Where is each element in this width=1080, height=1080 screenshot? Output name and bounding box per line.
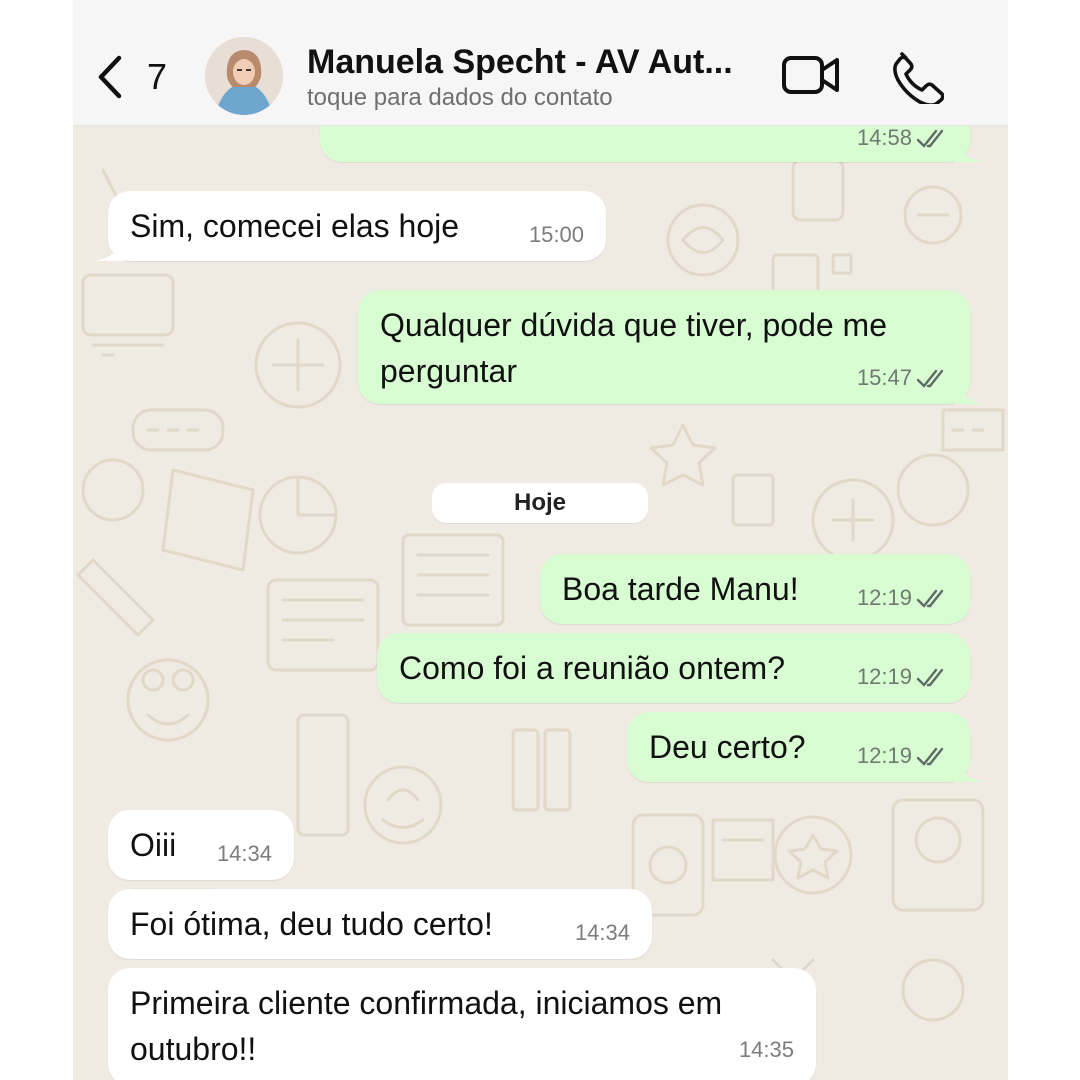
unread-count: 7 bbox=[147, 56, 168, 97]
message-bubble-outgoing[interactable]: Boa tarde Manu! 12:19 bbox=[540, 554, 970, 624]
double-check-icon bbox=[916, 589, 944, 608]
message-time: 15:00 bbox=[528, 222, 584, 247]
message-time: 15:47 bbox=[856, 365, 912, 390]
message-time: 14:34 bbox=[216, 841, 272, 866]
message-time: 14:34 bbox=[574, 920, 630, 945]
date-separator: Hoje bbox=[432, 483, 648, 523]
message-bubble-outgoing[interactable]: Qualquer dúvida que tiver, pode me pergu… bbox=[358, 290, 984, 404]
bubble-tail bbox=[954, 758, 984, 782]
message-text: Sim, comecei elas hoje bbox=[130, 208, 460, 244]
message-text: Como foi a reunião ontem? bbox=[399, 650, 785, 686]
message-bubble-incoming[interactable]: Primeira cliente confirmada, iniciamos e… bbox=[108, 968, 816, 1080]
message-time: 12:19 bbox=[856, 585, 912, 610]
contact-avatar[interactable] bbox=[205, 37, 283, 115]
video-call-button[interactable] bbox=[781, 50, 841, 100]
message-bubble-outgoing[interactable]: Como foi a reunião ontem? 12:19 bbox=[377, 633, 970, 703]
double-check-icon bbox=[916, 747, 944, 766]
contact-name[interactable]: Manuela Specht - AV Aut... bbox=[307, 40, 747, 84]
message-text: Primeira cliente confirmada, iniciamos e… bbox=[130, 985, 723, 1067]
chevron-left-icon bbox=[98, 55, 122, 99]
avatar-photo bbox=[205, 37, 283, 115]
back-button[interactable]: 7 bbox=[95, 52, 168, 102]
message-text: Qualquer dúvida que tiver, pode me pergu… bbox=[380, 307, 887, 389]
message-text: Oiii bbox=[130, 827, 177, 863]
message-time: 14:58 bbox=[856, 125, 912, 150]
chat-screen: 7 Manuela Specht - AV Aut... toque para … bbox=[73, 0, 1008, 1080]
double-check-icon bbox=[916, 668, 944, 687]
phone-icon bbox=[893, 52, 945, 107]
contact-info-hint[interactable]: toque para dados do contato bbox=[307, 82, 613, 114]
double-check-icon bbox=[916, 129, 944, 148]
message-text: Deu certo? bbox=[649, 729, 806, 765]
voice-call-button[interactable] bbox=[888, 48, 945, 107]
message-time: 12:19 bbox=[856, 664, 912, 689]
double-check-icon bbox=[916, 369, 944, 388]
message-bubble-incoming[interactable]: Foi ótima, deu tudo certo! 14:34 bbox=[108, 889, 652, 959]
chat-header: 7 Manuela Specht - AV Aut... toque para … bbox=[73, 0, 1008, 126]
message-text: Foi ótima, deu tudo certo! bbox=[130, 906, 493, 942]
message-bubble-outgoing[interactable]: Deu certo? 12:19 bbox=[627, 712, 984, 782]
message-bubble-incoming[interactable]: Sim, comecei elas hoje 15:00 bbox=[94, 191, 606, 261]
message-bubble-incoming[interactable]: Oiii 14:34 bbox=[108, 810, 294, 880]
bubble-tail bbox=[94, 237, 124, 261]
bubble-tail bbox=[954, 138, 984, 162]
video-camera-icon bbox=[782, 56, 839, 94]
message-time: 12:19 bbox=[856, 743, 912, 768]
message-time: 14:35 bbox=[738, 1037, 794, 1062]
message-text: Boa tarde Manu! bbox=[562, 571, 799, 607]
bubble-tail bbox=[954, 380, 984, 404]
